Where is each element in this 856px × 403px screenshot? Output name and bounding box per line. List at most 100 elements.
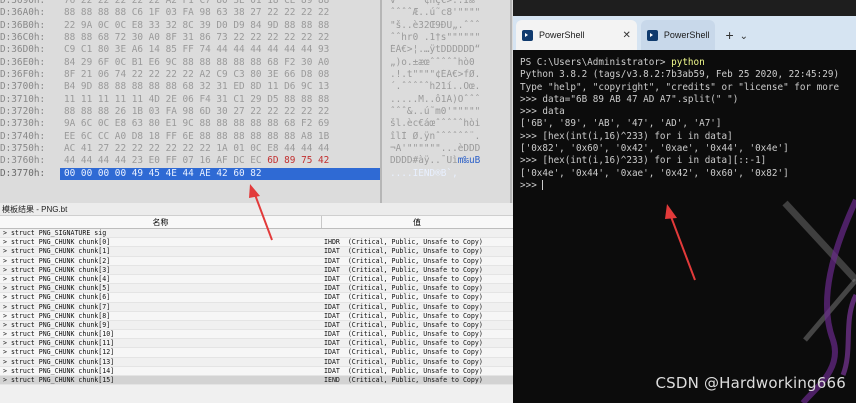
hex-bytes[interactable]: 76 22 22 22 22 22 A2 F1 C7 80 3E 01 18 C…	[60, 0, 382, 7]
terminal-text: >>>	[520, 179, 543, 191]
hex-bytes[interactable]: AC 41 27 22 22 22 22 22 22 1A 01 0C E8 4…	[60, 143, 382, 155]
struct-name: > struct PNG_CHUNK chunk[2]	[3, 256, 111, 265]
hex-bytes-text: EE 6C CC A0 D8 18 FF 6E 88 88 88 88 88 8…	[64, 130, 330, 142]
hex-row[interactable]: D:36A0h: 88 88 88 88 C6 1F 03 FA 98 63 38…	[0, 7, 513, 19]
hex-row[interactable]: D:3710h: 11 11 11 11 11 4D 2E 06 F4 31 C1…	[0, 94, 513, 106]
hex-row[interactable]: D:36C0h: 88 88 68 72 30 A0 8F 31 86 73 22…	[0, 32, 513, 44]
hex-bytes[interactable]: EE 6C CC A0 D8 18 FF 6E 88 88 88 88 88 8…	[60, 131, 382, 143]
hex-row[interactable]: D:3690h: 76 22 22 22 22 22 A2 F1 C7 80 3E…	[0, 0, 513, 7]
table-row[interactable]: > struct PNG_CHUNK chunk[4] IDAT (Critica…	[0, 274, 513, 285]
hex-ascii[interactable]: DDDD#àÿ..¯Üìm‰uB	[382, 155, 513, 167]
hex-address: D:36F0h:	[0, 69, 46, 81]
new-tab-button[interactable]: +	[719, 27, 739, 50]
hex-ascii[interactable]: šl.èc€áœˆˆˆˆˆhòi	[382, 118, 513, 130]
hex-address: D:3740h:	[0, 130, 46, 142]
text-cursor	[542, 180, 544, 191]
tab-label: PowerShell	[663, 30, 710, 40]
hex-row[interactable]: D:3760h: 44 44 44 44 23 E0 FF 07 16 AF DC…	[0, 155, 513, 167]
hex-bytes[interactable]: 88 88 68 72 30 A0 8F 31 86 73 22 22 22 2…	[60, 32, 382, 44]
hex-row[interactable]: D:36F0h: 8F 21 06 74 22 22 22 22 A2 C9 C3…	[0, 69, 513, 81]
hex-ascii[interactable]: ˆˆˆ&..ú˜m0'"""""	[382, 106, 513, 118]
hex-ascii[interactable]: v"""""¢ñÇ€>..Î‰ˆ	[382, 0, 513, 7]
table-row[interactable]: > struct PNG_CHUNK chunk[12] IDAT (Critic…	[0, 348, 513, 358]
hex-rows: D:3690h: 76 22 22 22 22 22 A2 F1 C7 80 3E…	[0, 0, 513, 181]
hex-ascii[interactable]: îlÌ Ø.ÿnˆˆˆˆˆˆ¨.	[382, 131, 513, 143]
hex-bytes[interactable]: 84 29 6F 0C B1 E6 9C 88 88 88 88 88 68 F…	[60, 57, 382, 69]
table-row[interactable]: > struct PNG_CHUNK chunk[3] IDAT (Critica…	[0, 266, 513, 275]
hex-address: D:36A0h:	[0, 7, 46, 19]
table-row[interactable]: > struct PNG_CHUNK chunk[6] IDAT (Critica…	[0, 293, 513, 303]
hex-row[interactable]: D:36E0h: 84 29 6F 0C B1 E6 9C 88 88 88 88…	[0, 57, 513, 69]
close-tab-icon[interactable]: ✕	[623, 30, 631, 41]
hex-address: D:3750h:	[0, 143, 46, 155]
struct-value: IDAT (Critical, Public, Unsafe to Copy)	[324, 265, 483, 274]
hex-bytes-text: 88 88 68 72 30 A0 8F 31 86 73 22 22 22 2…	[64, 32, 330, 44]
template-rows: > struct PNG_SIGNATURE sig > struct PNG_C…	[0, 229, 513, 386]
hex-ascii[interactable]: ˆˆˆˆÆ..ú˜c8'""""	[382, 7, 513, 19]
hex-row[interactable]: D:3750h: AC 41 27 22 22 22 22 22 22 1A 01…	[0, 143, 513, 155]
struct-value: IDAT (Critical, Public, Unsafe to Copy)	[324, 284, 483, 293]
terminal-output[interactable]: PS C:\Users\Administrator> python Python …	[513, 50, 856, 192]
hex-ascii-text: ˆˆhr0 .1†s""""""	[390, 32, 481, 44]
struct-name: > struct PNG_CHUNK chunk[8]	[3, 311, 111, 320]
struct-value: IDAT (Critical, Public, Unsafe to Copy)	[324, 256, 483, 265]
hex-ascii[interactable]: ˆˆhr0 .1†s""""""	[382, 32, 513, 44]
table-row[interactable]: > struct PNG_CHUNK chunk[15] IEND (Critic…	[0, 376, 513, 386]
hex-ascii[interactable]: .!.t""""¢ÉÃ€>fØ.	[382, 69, 513, 81]
table-row[interactable]: > struct PNG_CHUNK chunk[14] IDAT (Critic…	[0, 366, 513, 376]
table-row[interactable]: > struct PNG_CHUNK chunk[5] IDAT (Critica…	[0, 284, 513, 294]
hex-bytes[interactable]: 9A 6C 0C E8 63 80 E1 9C 88 88 88 88 88 6…	[60, 118, 382, 130]
hex-address: D:36B0h:	[0, 19, 46, 31]
hex-bytes[interactable]: 44 44 44 44 23 E0 FF 07 16 AF DC EC 6D 8…	[60, 155, 382, 167]
tab-powershell-1[interactable]: PowerShell ✕	[516, 20, 637, 50]
struct-name: > struct PNG_CHUNK chunk[11]	[3, 339, 115, 348]
hex-bytes[interactable]: 8F 21 06 74 22 22 22 22 A2 C9 C3 80 3E 6…	[60, 69, 382, 81]
hex-row[interactable]: D:3720h: 88 88 88 26 1B 03 FA 98 6D 30 27…	[0, 106, 513, 118]
hex-bytes-text: 84 29 6F 0C B1 E6 9C 88 88 88 88 88 68 F…	[64, 56, 330, 68]
terminal-line: >>> data="6B 89 AB 47 AD A7".split(" ")	[520, 94, 856, 106]
hex-row[interactable]: D:36B0h: 22 9A 0C 0C E8 33 32 8C 39 D0 D9…	[0, 20, 513, 32]
struct-name: > struct PNG_CHUNK chunk[13]	[3, 357, 115, 366]
tab-dropdown-icon[interactable]: ⌄	[740, 31, 752, 50]
hex-bytes-text: 11 11 11 11 11 4D 2E 06 F4 31 C1 29 D5 8…	[64, 93, 330, 105]
hex-row[interactable]: D:3740h: EE 6C CC A0 D8 18 FF 6E 88 88 88…	[0, 131, 513, 143]
column-header-value[interactable]: 值	[322, 216, 512, 228]
hex-row[interactable]: D:36D0h: C9 C1 80 3E A6 14 85 FF 74 44 44…	[0, 44, 513, 56]
table-row[interactable]: > struct PNG_CHUNK chunk[11] IDAT (Critic…	[0, 339, 513, 349]
hex-row[interactable]: D:3730h: 9A 6C 0C E8 63 80 E1 9C 88 88 88…	[0, 118, 513, 130]
table-row[interactable]: > struct PNG_CHUNK chunk[10] IDAT (Critic…	[0, 330, 513, 340]
struct-value: IDAT (Critical, Public, Unsafe to Copy)	[324, 348, 483, 357]
hex-bytes-text: 88 88 88 88 C6 1F 03 FA 98 63 38 27 22 2…	[64, 7, 330, 19]
tab-powershell-2[interactable]: PowerShell	[640, 20, 716, 50]
annotation-arrow-left	[249, 184, 273, 241]
table-row[interactable]: > struct PNG_CHUNK chunk[13] IDAT (Critic…	[0, 358, 513, 367]
hex-ascii-text: ˆˆˆ&..ú˜m0'"""""	[390, 106, 481, 118]
struct-value: IDAT (Critical, Public, Unsafe to Copy)	[324, 274, 483, 283]
hex-ascii-text: îlÌ Ø.ÿnˆˆˆˆˆˆ¨.	[390, 130, 481, 142]
hex-ascii-text: "š..è32Œ9ÐÙ„.ˆˆˆ	[390, 19, 481, 31]
hex-bytes[interactable]: 88 88 88 26 1B 03 FA 98 6D 30 27 22 22 2…	[60, 106, 382, 118]
hex-ascii[interactable]: "š..è32Œ9ÐÙ„.ˆˆˆ	[382, 20, 513, 32]
hex-bytes[interactable]: 88 88 88 88 C6 1F 03 FA 98 63 38 27 22 2…	[60, 7, 382, 19]
hex-bytes[interactable]: B4 9D 88 88 88 88 88 68 32 31 ED 8D 11 D…	[60, 81, 382, 93]
hex-bytes-text: 76 22 22 22 22 22 A2 F1 C7 80 3E 01 18 C…	[64, 0, 330, 6]
hex-ascii[interactable]: ¬A'""""""...èDDD	[382, 143, 513, 155]
hex-bytes[interactable]: 00 00 00 00 49 45 4E 44 AE 42 60 82	[60, 167, 382, 181]
hex-row[interactable]: D:3700h: B4 9D 88 88 88 88 88 68 32 31 ED…	[0, 81, 513, 93]
hex-bytes[interactable]: 11 11 11 11 11 4D 2E 06 F4 31 C1 29 D5 8…	[60, 94, 382, 106]
table-row[interactable]: > struct PNG_CHUNK chunk[9] IDAT (Critica…	[0, 321, 513, 331]
hex-bytes-text: 88 88 88 26 1B 03 FA 98 6D 30 27 22 22 2…	[64, 106, 330, 118]
table-row[interactable]: > struct PNG_CHUNK chunk[7] IDAT (Critica…	[0, 303, 513, 312]
hex-ascii[interactable]: „)o.±æœˆˆˆˆˆhò0	[382, 57, 513, 69]
hex-ascii[interactable]: ÉÁ€>¦.…ÿtDDDDDD“	[382, 44, 513, 56]
hex-bytes-text: C9 C1 80 3E A6 14 85 FF 74 44 44 44 44 4…	[64, 44, 330, 56]
table-row[interactable]: > struct PNG_CHUNK chunk[2] IDAT (Critica…	[0, 256, 513, 266]
terminal-line: Python 3.8.2 (tags/v3.8.2:7b3ab59, Feb 2…	[520, 69, 856, 81]
hex-bytes[interactable]: C9 C1 80 3E A6 14 85 FF 74 44 44 44 44 4…	[60, 44, 382, 56]
hex-address: D:3770h:	[0, 167, 46, 179]
hex-ascii[interactable]: .....M..ô1Á)Õˆˆˆ	[382, 94, 513, 106]
table-row[interactable]: > struct PNG_CHUNK chunk[8] IDAT (Critica…	[0, 311, 513, 321]
hex-ascii[interactable]: ....IEND®B`‚	[382, 168, 513, 180]
hex-bytes[interactable]: 22 9A 0C 0C E8 33 32 8C 39 D0 D9 84 9D 8…	[60, 20, 382, 32]
hex-ascii[interactable]: ´.ˆˆˆˆˆh21í..Öœ.	[382, 81, 513, 93]
